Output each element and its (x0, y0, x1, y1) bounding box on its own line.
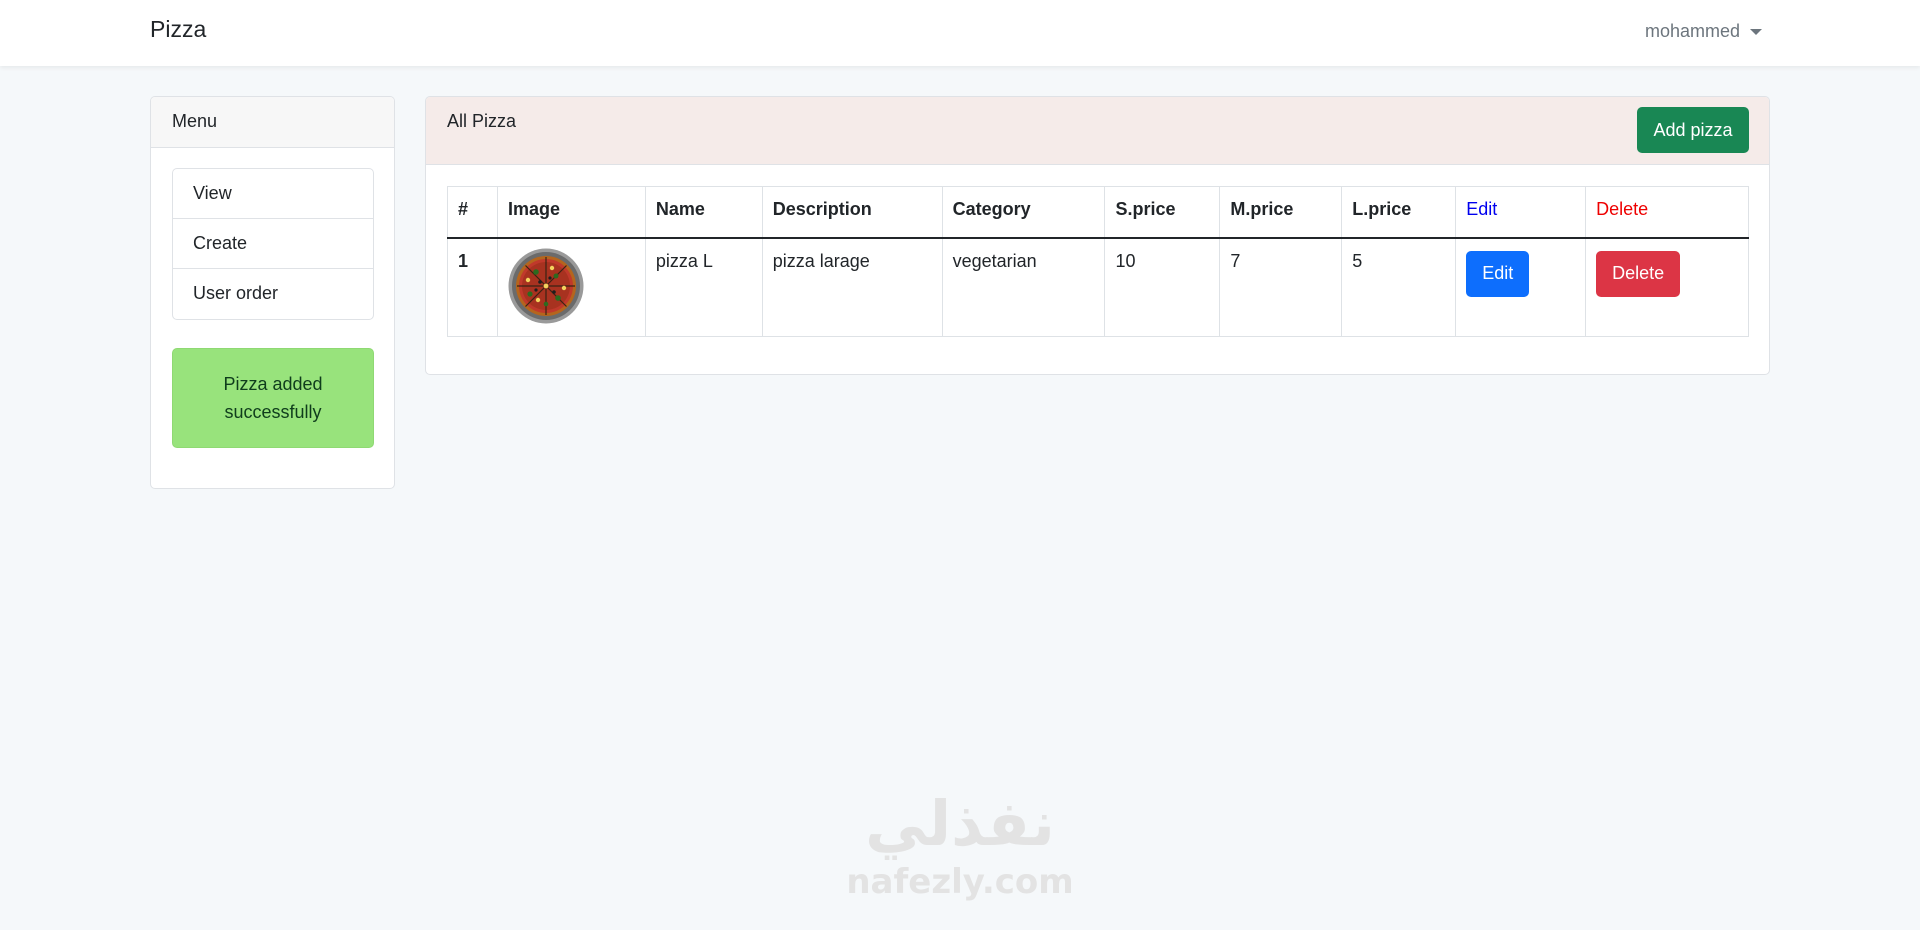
col-header-l-price: L.price (1341, 186, 1457, 239)
watermark-logo: نفذلي nafezly.com (840, 786, 1080, 916)
col-header-description: Description (761, 186, 943, 239)
row-edit-cell: Edit (1455, 237, 1587, 337)
all-pizza-card: All Pizza Add pizza # Image Name Descrip… (425, 96, 1770, 375)
col-header-s-price: S.price (1104, 186, 1221, 239)
menu-list: View Create User order (172, 168, 374, 320)
col-header-m-price: M.price (1219, 186, 1343, 239)
add-pizza-button[interactable]: Add pizza (1637, 107, 1749, 153)
row-description: pizza larage (761, 237, 943, 337)
row-s-price: 10 (1104, 237, 1221, 337)
row-number: 1 (447, 237, 498, 337)
success-alert-text: Pizza added successfully (223, 374, 323, 422)
edit-button[interactable]: Edit (1466, 250, 1530, 297)
col-header-name: Name (644, 186, 763, 239)
row-delete-cell: Delete (1585, 237, 1749, 337)
table-header-row: # Image Name Description Category S.pric… (447, 186, 1749, 239)
pizza-table: # Image Name Description Category S.pric… (447, 186, 1749, 337)
row-l-price: 5 (1341, 237, 1457, 337)
sidebar-menu-card: Menu View Create User order Pizza added … (150, 96, 395, 489)
menu-item-create[interactable]: Create (173, 219, 373, 269)
pizza-image (508, 248, 584, 323)
success-alert: Pizza added successfully (172, 348, 374, 448)
brand-link[interactable]: Pizza (150, 16, 206, 43)
top-navbar: Pizza mohammed (0, 0, 1920, 66)
user-name: mohammed (1644, 21, 1740, 41)
row-name: pizza L (644, 237, 763, 337)
table-row: 1 pizza L pizza larage vegetarian 10 7 5… (447, 237, 1749, 337)
col-header-category: Category (941, 186, 1106, 239)
row-category: vegetarian (941, 237, 1106, 337)
col-header-image: Image (496, 186, 646, 239)
card-header: All Pizza Add pizza (426, 97, 1769, 165)
menu-header: Menu (151, 97, 394, 148)
row-m-price: 7 (1219, 237, 1343, 337)
delete-button[interactable]: Delete (1596, 250, 1681, 297)
caret-down-icon (1750, 28, 1762, 35)
user-dropdown[interactable]: mohammed (1645, 21, 1762, 42)
row-image-cell (496, 237, 646, 337)
col-header-delete: Delete (1585, 186, 1749, 239)
col-header-edit: Edit (1455, 186, 1587, 239)
menu-item-user-order[interactable]: User order (173, 269, 373, 319)
watermark-arabic: نفذلي (865, 787, 1055, 860)
watermark-latin: nafezly.com (846, 862, 1074, 902)
col-header-number: # (447, 186, 498, 239)
page-title: All Pizza (447, 111, 517, 131)
menu-item-view[interactable]: View (173, 169, 373, 219)
